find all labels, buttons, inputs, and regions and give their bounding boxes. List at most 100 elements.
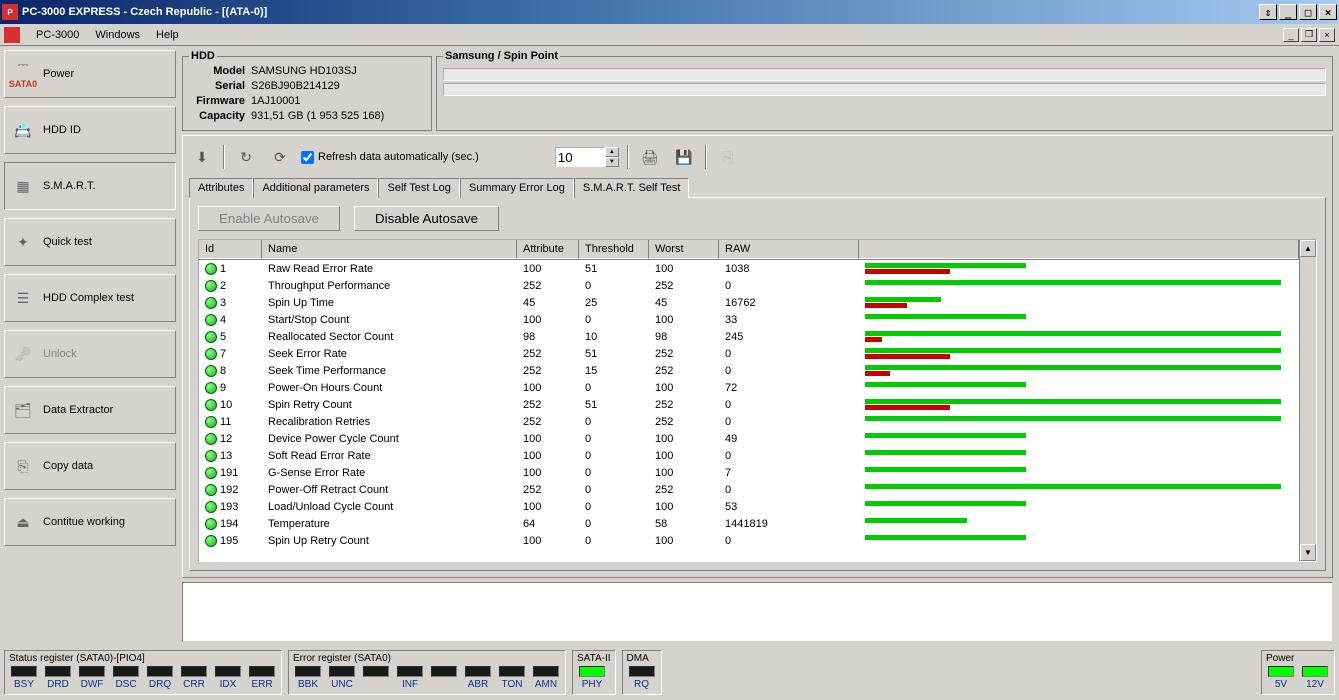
status-ok-icon [205,484,217,496]
cell-thr: 0 [579,416,649,428]
sidebar-power[interactable]: ⎓ SATA0 Power [4,50,176,98]
menu-windows[interactable]: Windows [87,27,148,43]
col-worst[interactable]: Worst [649,240,719,259]
col-threshold[interactable]: Threshold [579,240,649,259]
mdi-restore[interactable]: ❐ [1301,28,1317,42]
cell-thr: 0 [579,484,649,496]
mdi-minimize[interactable]: _ [1283,28,1299,42]
copy-button[interactable]: ⎘ [715,144,741,170]
auto-refresh-input[interactable] [301,151,314,164]
cell-raw: 0 [719,399,859,411]
close-button[interactable]: × [1319,4,1337,20]
cell-attr: 100 [517,467,579,479]
sidebar-quick-test[interactable]: ✦ Quick test [4,218,176,266]
cell-attr: 252 [517,484,579,496]
cell-raw: 0 [719,348,859,360]
rq-label: RQ [634,679,649,690]
cell-thr: 51 [579,348,649,360]
sidebar-copy-data[interactable]: ⎘ Copy data [4,442,176,490]
cell-name: Start/Stop Count [262,314,517,326]
smart-table: Id Name Attribute Threshold Worst RAW ▲ … [198,239,1317,562]
sidebar-smart[interactable]: ▦ S.M.A.R.T. [4,162,176,210]
sidebar-complex-test[interactable]: ☰ HDD Complex test [4,274,176,322]
tab-smart-selftest[interactable]: S.M.A.R.T. Self Test [574,178,690,198]
bar-chart [865,280,1289,291]
menu-pc3000[interactable]: PC-3000 [28,27,87,43]
read-button[interactable]: ⬇ [189,144,215,170]
minimize-button[interactable]: _ [1279,4,1297,20]
dma-group: DMA RQ [622,650,662,695]
phy-label: PHY [582,679,603,690]
continue-icon: ⏏ [13,512,33,532]
print-button[interactable]: 🖨 [637,144,663,170]
cell-thr: 10 [579,331,649,343]
status-ok-icon [205,467,217,479]
sidebar-hdd-id[interactable]: 📇 HDD ID [4,106,176,154]
bar-chart [865,484,1289,495]
table-row[interactable]: 13 Soft Read Error Rate 100 0 100 0 [199,447,1299,464]
led-IDX [215,666,241,677]
cell-thr: 0 [579,450,649,462]
enable-autosave-button[interactable]: Enable Autosave [198,206,340,231]
table-row[interactable]: 195 Spin Up Retry Count 100 0 100 0 [199,532,1299,549]
table-row[interactable]: 2 Throughput Performance 252 0 252 0 [199,277,1299,294]
cell-thr: 0 [579,433,649,445]
cell-id: 195 [220,535,238,547]
disable-autosave-button[interactable]: Disable Autosave [354,206,499,231]
auto-refresh-checkbox[interactable]: Refresh data automatically (sec.) [301,151,479,164]
tab-additional[interactable]: Additional parameters [253,178,378,198]
auto-refresh-button[interactable]: ⟳ [267,144,293,170]
complex-test-icon: ☰ [13,288,33,308]
table-row[interactable]: 12 Device Power Cycle Count 100 0 100 49 [199,430,1299,447]
table-row[interactable]: 3 Spin Up Time 45 25 45 16762 [199,294,1299,311]
bar-chart [865,348,1289,359]
table-row[interactable]: 191 G-Sense Error Rate 100 0 100 7 [199,464,1299,481]
interval-input[interactable] [555,147,605,167]
table-row[interactable]: 192 Power-Off Retract Count 252 0 252 0 [199,481,1299,498]
col-id[interactable]: Id [199,240,262,259]
mdi-close[interactable]: × [1319,28,1335,42]
table-row[interactable]: 9 Power-On Hours Count 100 0 100 72 [199,379,1299,396]
table-row[interactable]: 11 Recalibration Retries 252 0 252 0 [199,413,1299,430]
bar-chart [865,263,1289,274]
table-row[interactable]: 8 Seek Time Performance 252 15 252 0 [199,362,1299,379]
table-row[interactable]: 1 Raw Read Error Rate 100 51 100 1038 [199,260,1299,277]
pin-button[interactable]: ⇕ [1259,4,1277,20]
titlebar: P PC-3000 EXPRESS - Czech Republic - [(A… [0,0,1339,24]
table-row[interactable]: 10 Spin Retry Count 252 51 252 0 [199,396,1299,413]
refresh-button[interactable]: ↻ [233,144,259,170]
col-attribute[interactable]: Attribute [517,240,579,259]
col-raw[interactable]: RAW [719,240,859,259]
sidebar-data-extractor[interactable]: 🗂 Data Extractor [4,386,176,434]
scroll-down[interactable]: ▼ [1300,544,1316,561]
interval-up[interactable]: ▲ [605,147,619,157]
interval-down[interactable]: ▼ [605,157,619,167]
tab-summary[interactable]: Summary Error Log [460,178,574,198]
status-ok-icon [205,331,217,343]
bar-chart [865,433,1289,444]
led-AMN [533,666,559,677]
table-row[interactable]: 5 Reallocated Sector Count 98 10 98 245 [199,328,1299,345]
table-row[interactable]: 193 Load/Unload Cycle Count 100 0 100 53 [199,498,1299,515]
table-row[interactable]: 4 Start/Stop Count 100 0 100 33 [199,311,1299,328]
cell-id: 11 [220,416,231,428]
cell-raw: 0 [719,416,859,428]
cell-name: Seek Time Performance [262,365,517,377]
menu-help[interactable]: Help [148,27,187,43]
hdd-info-panel: HDD ModelSAMSUNG HD103SJ SerialS26BJ90B2… [182,50,432,131]
scroll-up[interactable]: ▲ [1300,240,1316,257]
cell-name: Spin Up Retry Count [262,535,517,547]
table-row[interactable]: 7 Seek Error Rate 252 51 252 0 [199,345,1299,362]
led-BBK [295,666,321,677]
sidebar-continue[interactable]: ⏏ Contitue working [4,498,176,546]
sidebar-unlock[interactable]: 🗝 Unlock [4,330,176,378]
maximize-button[interactable]: □ [1299,4,1317,20]
tab-attributes[interactable]: Attributes [189,178,253,198]
save-button[interactable]: 💾 [671,144,697,170]
tab-selftest[interactable]: Self Test Log [378,178,459,198]
cell-attr: 100 [517,433,579,445]
table-body: 1 Raw Read Error Rate 100 51 100 1038 2 … [199,260,1299,561]
table-row[interactable]: 194 Temperature 64 0 58 1441819 [199,515,1299,532]
col-name[interactable]: Name [262,240,517,259]
cell-attr: 252 [517,399,579,411]
